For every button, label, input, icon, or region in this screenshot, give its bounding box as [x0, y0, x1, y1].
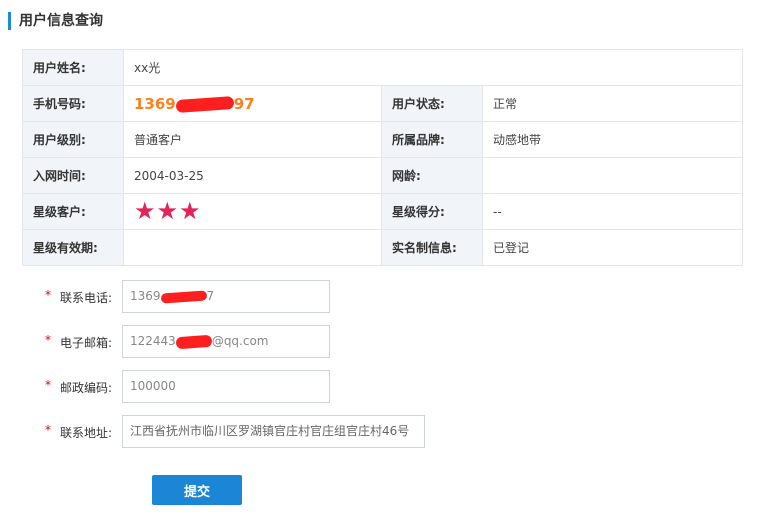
redaction-mark: [175, 334, 213, 349]
contact-phone-label: 联系电话:: [60, 291, 113, 305]
name-value: xx光: [122, 49, 744, 86]
realname-value: 已登记: [481, 229, 744, 266]
level-value: 普通客户: [123, 121, 382, 158]
table-row: 用户级别: 普通客户 所属品牌: 动感地带: [22, 121, 744, 158]
star-rating-icon: ★★★: [134, 197, 202, 225]
star-validity-value: [123, 229, 382, 266]
phone-label: 手机号码:: [22, 85, 124, 122]
email-input[interactable]: 122443 @qq.com: [122, 325, 330, 358]
status-value: 正常: [481, 85, 744, 122]
required-mark: *: [45, 288, 51, 302]
table-row: 星级客户: ★★★ 星级得分: --: [22, 193, 744, 230]
network-age-value: [481, 157, 744, 194]
email-label: 电子邮箱:: [60, 336, 113, 350]
join-date-label: 入网时间:: [22, 157, 124, 194]
star-customer-label: 星级客户:: [22, 193, 124, 230]
redaction-mark: [160, 289, 207, 304]
postcode-input[interactable]: 100000: [122, 370, 330, 403]
phone-cell: 1369 97: [123, 85, 382, 122]
postcode-label: 邮政编码:: [60, 381, 113, 395]
table-row: 用户姓名: xx光: [22, 49, 744, 86]
star-score-label: 星级得分:: [381, 193, 483, 230]
phone-suffix: 97: [233, 94, 255, 113]
name-label: 用户姓名:: [22, 49, 124, 86]
email-suffix: @qq.com: [211, 334, 269, 348]
address-label: 联系地址:: [60, 426, 113, 440]
user-info-table: 用户姓名: xx光 手机号码: 1369 97 用户状态: 正常 用户级别: 普通…: [22, 49, 744, 266]
star-validity-label: 星级有效期:: [22, 229, 124, 266]
star-customer-value: ★★★: [123, 193, 382, 230]
table-row: 手机号码: 1369 97 用户状态: 正常: [22, 85, 744, 122]
submit-button[interactable]: 提交: [152, 475, 242, 505]
join-date-value: 2004-03-25: [123, 157, 382, 194]
status-label: 用户状态:: [381, 85, 483, 122]
network-age-label: 网龄:: [381, 157, 483, 194]
phone-value: 1369 97: [134, 95, 255, 113]
table-row: 入网时间: 2004-03-25 网龄:: [22, 157, 744, 194]
star-score-value: --: [481, 193, 744, 230]
contact-phone-suffix: 7: [206, 289, 215, 303]
email-prefix: 122443: [130, 334, 176, 348]
table-row: 星级有效期: 实名制信息: 已登记: [22, 229, 744, 266]
brand-label: 所属品牌:: [381, 121, 483, 158]
contact-phone-input[interactable]: 1369 7: [122, 280, 330, 313]
required-mark: *: [45, 423, 51, 437]
required-mark: *: [45, 333, 51, 347]
contact-phone-prefix: 1369: [130, 289, 161, 303]
address-input[interactable]: 江西省抚州市临川区罗湖镇官庄村官庄组官庄村46号: [122, 415, 425, 448]
brand-value: 动感地带: [481, 121, 744, 158]
page-title: 用户信息查询: [8, 12, 103, 30]
required-mark: *: [45, 378, 51, 392]
phone-prefix: 1369: [134, 94, 176, 113]
realname-label: 实名制信息:: [381, 229, 483, 266]
redaction-mark: [175, 95, 235, 113]
level-label: 用户级别:: [22, 121, 124, 158]
